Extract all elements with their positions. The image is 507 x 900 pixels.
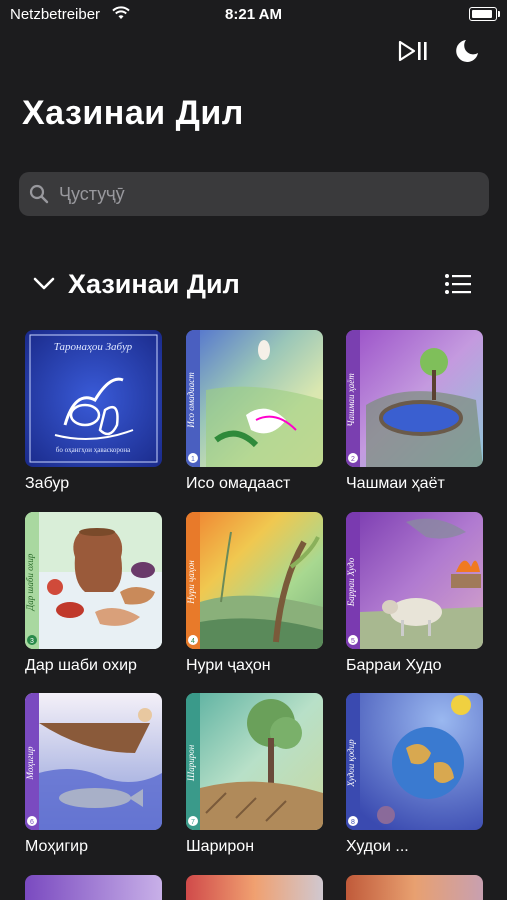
album-tile-nuri-jahon[interactable]: Нури ҷаҳон 4 Нури ҷаҳон — [186, 512, 323, 675]
album-label: Барраи Худо — [346, 657, 442, 674]
theme-toggle-button[interactable] — [451, 36, 483, 66]
list-view-button[interactable] — [443, 269, 473, 299]
list-icon — [445, 274, 471, 294]
play-pause-icon — [398, 40, 427, 62]
cover-title: Нури ҷаҳон — [186, 560, 196, 605]
album-tile-zabur[interactable]: Таронаҳои Забур бо оҳангҳои ҳаваскорона … — [25, 330, 162, 493]
album-cover: Худои қодир 8 — [346, 693, 483, 830]
album-cover: Таронаҳои Забур бо оҳангҳои ҳаваскорона — [25, 330, 162, 467]
album-tile-iso-omadaast[interactable]: Исо омадааст 1 Исо омадааст — [186, 330, 323, 493]
album-cover — [186, 875, 323, 900]
cover-title: Чашмаи ҳаёт — [346, 373, 356, 427]
album-label: Чашмаи ҳаёт — [346, 475, 445, 492]
cover-subtitle: бо оҳангҳои ҳаваскорона — [56, 446, 131, 454]
search-bar[interactable] — [19, 172, 489, 216]
album-tile-mohigir[interactable]: Моҳигир 6 Моҳигир — [25, 693, 162, 856]
search-icon — [29, 184, 49, 204]
album-label: Худои ... — [346, 838, 409, 855]
section-title: Хазинаи Дил — [68, 268, 240, 299]
album-cover: Исо омадааст 1 — [186, 330, 323, 467]
album-cover: Дар шаби охир 3 — [25, 512, 162, 649]
album-label: Шарирон — [186, 838, 255, 855]
cover-title: Исо омадааст — [186, 372, 196, 429]
cover-badge: 8 — [351, 819, 355, 826]
page-title: Хазинаи Дил — [22, 94, 244, 132]
cover-badge: 5 — [351, 638, 355, 645]
album-cover: Шарирон 7 — [186, 693, 323, 830]
album-cover: Моҳигир 6 — [25, 693, 162, 830]
album-cover: Барраи Худо 5 — [346, 512, 483, 649]
cover-badge: 4 — [191, 638, 195, 645]
cover-badge: 7 — [191, 819, 195, 826]
album-label: Дар шаби охир — [25, 657, 137, 674]
moon-icon — [456, 40, 478, 62]
collapse-section-button[interactable] — [32, 272, 56, 296]
album-label: Исо омадааст — [186, 475, 291, 492]
cover-title: Барраи Худо — [346, 557, 356, 607]
cover-badge: 6 — [30, 819, 34, 826]
album-tile-chashmai-hayot[interactable]: Чашмаи ҳаёт 2 Чашмаи ҳаёт — [346, 330, 483, 493]
album-tile-shariron[interactable]: Шарирон 7 Шарирон — [186, 693, 323, 856]
chevron-down-icon — [33, 277, 55, 290]
album-tile-khudoi[interactable]: Худои қодир 8 Худои ... — [346, 693, 483, 856]
album-tile-partial[interactable] — [346, 875, 483, 900]
battery-icon — [469, 7, 500, 21]
cover-title: Моҳигир — [25, 746, 35, 780]
album-tile-barrai-khudo[interactable]: Барраи Худо 5 Барраи Худо — [346, 512, 483, 675]
cover-badge: 1 — [191, 456, 195, 463]
album-tile-partial[interactable] — [186, 875, 323, 900]
cover-badge: 3 — [30, 638, 34, 645]
album-label: Забур — [25, 475, 70, 492]
cover-title: Шарирон — [186, 744, 196, 782]
cover-title: Худои қодир — [346, 739, 356, 788]
album-cover: Чашмаи ҳаёт 2 — [346, 330, 483, 467]
status-bar: Netzbetreiber 8:21 AM — [0, 0, 507, 30]
cover-badge: 2 — [351, 456, 355, 463]
album-tile-dar-shabi-okhir[interactable]: Дар шаби охир 3 Дар шаби охир — [25, 512, 162, 675]
status-time: 8:21 AM — [225, 6, 282, 23]
cover-title: Дар шаби охир — [25, 553, 35, 611]
album-label: Нури ҷаҳон — [186, 657, 271, 674]
album-tile-partial[interactable] — [25, 875, 162, 900]
search-input[interactable] — [57, 182, 461, 206]
album-cover — [346, 875, 483, 900]
album-cover: Нури ҷаҳон 4 — [186, 512, 323, 649]
play-pause-button[interactable] — [397, 36, 429, 66]
album-label: Моҳигир — [25, 838, 89, 855]
section-header: Хазинаи Дил — [32, 262, 473, 306]
cover-title: Таронаҳои Забур — [54, 341, 133, 353]
album-cover — [25, 875, 162, 900]
